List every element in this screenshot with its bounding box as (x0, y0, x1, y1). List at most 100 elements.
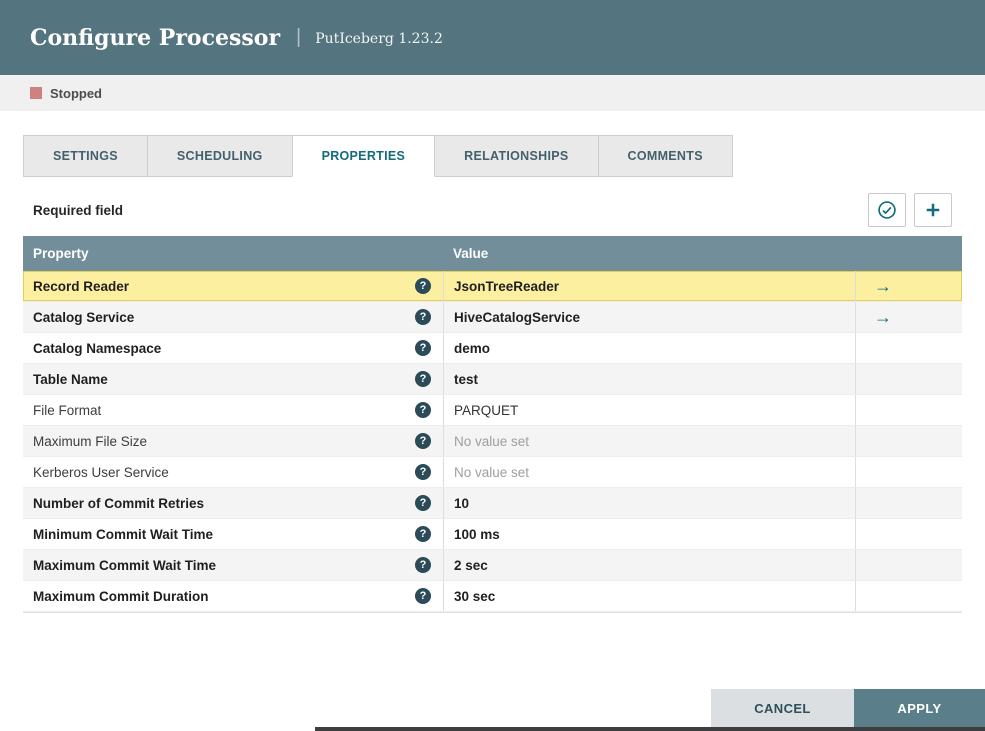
help-icon[interactable]: ? (415, 526, 431, 542)
dialog-header: Configure Processor | PutIceberg 1.23.2 (0, 0, 985, 75)
value-cell[interactable]: test (443, 364, 855, 394)
help-icon[interactable]: ? (415, 340, 431, 356)
tab-settings[interactable]: SETTINGS (23, 135, 148, 177)
property-name: Number of Commit Retries (33, 495, 205, 511)
tab-scheduling[interactable]: SCHEDULING (146, 135, 293, 177)
column-header-value: Value (453, 246, 489, 261)
table-body: Record Reader ? JsonTreeReader → Catalog… (23, 271, 962, 612)
action-cell: → (855, 271, 962, 301)
tab-label: SCHEDULING (176, 149, 263, 163)
value-cell[interactable]: PARQUET (443, 395, 855, 425)
column-header-property: Property (33, 246, 89, 261)
go-to-service-icon[interactable]: → (874, 308, 892, 326)
value-cell[interactable]: 100 ms (443, 519, 855, 549)
go-to-service-icon[interactable]: → (874, 277, 892, 295)
property-name: File Format (33, 402, 102, 418)
action-cell (855, 581, 962, 611)
property-cell: Maximum File Size ? (23, 426, 443, 456)
help-icon[interactable]: ? (415, 464, 431, 480)
status-label: Stopped (50, 85, 102, 101)
toolbar-buttons (860, 193, 952, 227)
action-cell: → (855, 302, 962, 332)
table-header-row: Property Value (23, 236, 962, 271)
properties-toolbar: Required field (23, 193, 962, 227)
property-value: JsonTreeReader (454, 278, 560, 294)
property-row[interactable]: File Format ? PARQUET (23, 395, 962, 426)
help-icon[interactable]: ? (415, 588, 431, 604)
property-row[interactable]: Catalog Service ? HiveCatalogService → (23, 302, 962, 333)
value-cell[interactable]: 2 sec (443, 550, 855, 580)
action-cell (855, 488, 962, 518)
help-icon[interactable]: ? (415, 371, 431, 387)
property-row[interactable]: Kerberos User Service ? No value set (23, 457, 962, 488)
title-separator: | (296, 26, 302, 48)
value-cell[interactable]: demo (443, 333, 855, 363)
dialog-footer: CANCEL APPLY (711, 689, 985, 727)
status-bar: Stopped (0, 75, 985, 111)
property-cell: Catalog Namespace ? (23, 333, 443, 363)
processor-type-version: PutIceberg 1.23.2 (315, 30, 443, 47)
tab-label: COMMENTS (627, 149, 703, 163)
properties-table: Property Value Record Reader ? JsonTreeR… (23, 236, 962, 613)
action-cell (855, 457, 962, 487)
value-cell[interactable]: JsonTreeReader (443, 271, 855, 301)
help-icon[interactable]: ? (415, 433, 431, 449)
tab-label: PROPERTIES (321, 149, 406, 163)
property-value: test (454, 371, 479, 387)
tab-relationships[interactable]: RELATIONSHIPS (434, 135, 599, 177)
property-name: Minimum Commit Wait Time (33, 526, 214, 542)
cancel-button[interactable]: CANCEL (711, 689, 854, 727)
value-cell[interactable]: HiveCatalogService (443, 302, 855, 332)
apply-button[interactable]: APPLY (854, 689, 985, 727)
help-icon[interactable]: ? (415, 402, 431, 418)
checkmark-circle-icon (877, 200, 897, 220)
property-value: HiveCatalogService (454, 309, 581, 325)
property-value: 30 sec (454, 588, 496, 604)
help-icon[interactable]: ? (415, 495, 431, 511)
property-value: No value set (454, 433, 530, 449)
property-name: Maximum File Size (33, 433, 148, 449)
property-row[interactable]: Table Name ? test (23, 364, 962, 395)
configure-processor-dialog: Configure Processor | PutIceberg 1.23.2 … (0, 0, 985, 731)
property-row[interactable]: Catalog Namespace ? demo (23, 333, 962, 364)
property-row[interactable]: Maximum Commit Duration ? 30 sec (23, 581, 962, 612)
action-cell (855, 550, 962, 580)
help-icon[interactable]: ? (415, 278, 431, 294)
property-name: Record Reader (33, 278, 130, 294)
property-row[interactable]: Number of Commit Retries ? 10 (23, 488, 962, 519)
plus-icon (923, 200, 943, 220)
dialog-content: SETTINGS SCHEDULING PROPERTIES RELATIONSHIP… (0, 135, 985, 613)
action-cell (855, 426, 962, 456)
property-row[interactable]: Record Reader ? JsonTreeReader → (23, 271, 962, 302)
property-name: Table Name (33, 371, 108, 387)
action-cell (855, 364, 962, 394)
property-value: demo (454, 340, 491, 356)
help-icon[interactable]: ? (415, 557, 431, 573)
tab-properties[interactable]: PROPERTIES (291, 135, 436, 177)
property-row[interactable]: Maximum Commit Wait Time ? 2 sec (23, 550, 962, 581)
value-cell[interactable]: 30 sec (443, 581, 855, 611)
property-row[interactable]: Maximum File Size ? No value set (23, 426, 962, 457)
value-cell[interactable]: 10 (443, 488, 855, 518)
tab-comments[interactable]: COMMENTS (597, 135, 733, 177)
property-value: PARQUET (454, 402, 519, 418)
add-property-button[interactable] (914, 193, 952, 227)
property-name: Catalog Namespace (33, 340, 162, 356)
property-name: Maximum Commit Wait Time (33, 557, 217, 573)
property-cell: Number of Commit Retries ? (23, 488, 443, 518)
value-cell[interactable]: No value set (443, 457, 855, 487)
property-name: Kerberos User Service (33, 464, 169, 480)
help-icon[interactable]: ? (415, 309, 431, 325)
action-cell (855, 519, 962, 549)
property-cell: Catalog Service ? (23, 302, 443, 332)
property-value: No value set (454, 464, 530, 480)
property-value: 100 ms (454, 526, 500, 542)
verify-properties-button[interactable] (868, 193, 906, 227)
property-name: Maximum Commit Duration (33, 588, 209, 604)
value-cell[interactable]: No value set (443, 426, 855, 456)
property-row[interactable]: Minimum Commit Wait Time ? 100 ms (23, 519, 962, 550)
property-cell: Maximum Commit Duration ? (23, 581, 443, 611)
property-cell: File Format ? (23, 395, 443, 425)
property-name: Catalog Service (33, 309, 135, 325)
action-cell (855, 395, 962, 425)
